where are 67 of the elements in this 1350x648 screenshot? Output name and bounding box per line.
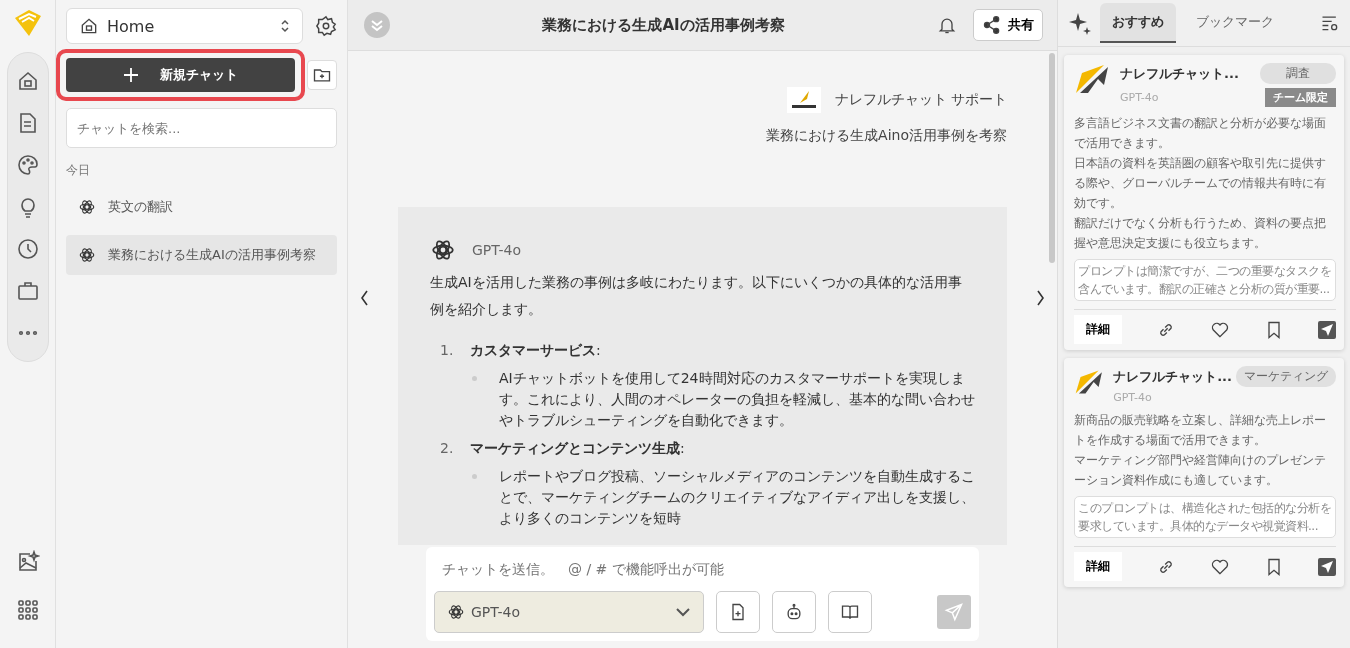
- new-folder-button[interactable]: [307, 60, 337, 90]
- sort-caret-icon: [280, 19, 290, 33]
- new-chat-button[interactable]: 新規チャット: [66, 58, 295, 92]
- ai-knot-icon: [78, 246, 96, 264]
- user-message: 業務における生成Aino活用事例を考察: [766, 127, 1007, 145]
- sender-name: ナレフルチャット サポート: [834, 91, 1007, 109]
- chat-item[interactable]: 英文の翻訳: [66, 187, 337, 227]
- send-icon[interactable]: [1318, 557, 1336, 576]
- send-icon: [944, 602, 964, 622]
- card-description: 多言語ビジネス文書の翻訳と分析が必要な場面で活用できます。: [1074, 115, 1327, 152]
- comment-bubble: このプロンプトは、構造化された包括的な分析を要求しています。具体的なデータや視覚資料...: [1074, 496, 1336, 538]
- bullet-text: レポートやブログ投稿、ソーシャルメディアのコンテンツを自動生成することで、マーケティングチームのクリエイティブなアイディア出しを支援し、より多くのコンテンツを短時: [499, 467, 975, 528]
- list-number: 2.: [440, 439, 455, 458]
- ai-knot-icon: [78, 198, 96, 216]
- model-name: GPT-4o: [1113, 391, 1152, 404]
- chevron-down-icon: [675, 607, 691, 617]
- chevron-right-icon[interactable]: [1037, 290, 1045, 306]
- logo-icon: [786, 87, 821, 113]
- panel-tab[interactable]: ブックマーク: [1184, 3, 1286, 43]
- section-label: 今日: [66, 162, 91, 179]
- attach-file-button[interactable]: [716, 591, 760, 633]
- model-name: GPT-4o: [472, 242, 522, 258]
- logo-icon: [12, 8, 43, 38]
- category-tag: マーケティング: [1236, 366, 1336, 387]
- ai-knot-icon: [430, 237, 456, 263]
- model-dropdown[interactable]: GPT-4o: [434, 591, 704, 633]
- chat-title: 英文の翻訳: [108, 198, 173, 216]
- palette-icon[interactable]: [15, 153, 40, 177]
- settings-icon[interactable]: [315, 15, 337, 37]
- chat-title: 業務における生成AIの活用事例考察: [108, 246, 316, 264]
- share-icon: [982, 15, 1002, 35]
- bullet-icon: [472, 376, 477, 381]
- send-icon[interactable]: [1318, 320, 1336, 339]
- model-name: GPT-4o: [1120, 91, 1159, 104]
- assistant-button[interactable]: [772, 591, 816, 633]
- share-button[interactable]: 共有: [973, 9, 1043, 41]
- details-button[interactable]: 詳細: [1074, 315, 1122, 344]
- bullet-text: AIチャットボットを使用して24時間対応のカスタマーサポートを実現します。これにより、人間のオペレーターの負担を軽減し、基本的な問い合わせやトラブルシューティングを自動化できます。: [499, 369, 975, 430]
- card-description: 新商品の販売戦略を立案し、詳細な売上レポートを作成する場面で活用できます。: [1074, 412, 1327, 449]
- list-number: 1.: [440, 341, 455, 360]
- comment-bubble: プロンプトは簡潔ですが、二つの重要なタスクを含んでいます。翻訳の正確さと分析の質が重要...: [1074, 259, 1336, 301]
- details-button[interactable]: 詳細: [1074, 552, 1122, 581]
- card-description: 日本語の資料を英語圏の顧客や取引先に提供する際や、グローバルチームでの情報共有時に有効です。: [1074, 155, 1327, 212]
- home-icon: [79, 16, 99, 36]
- bullet-icon: [472, 474, 477, 479]
- panel-tab[interactable]: おすすめ: [1100, 3, 1176, 43]
- list-heading: カスタマーサービス:: [470, 341, 601, 360]
- library-button[interactable]: [828, 591, 872, 633]
- card-title: ナレフルチャット...: [1113, 367, 1232, 386]
- ai-knot-icon: [447, 603, 465, 621]
- briefcase-icon[interactable]: [15, 279, 40, 303]
- plus-icon: [123, 68, 138, 82]
- list-heading: マーケティングとコンテンツ生成:: [470, 439, 685, 458]
- card-description: マーケティング部門や経営陣向けのプレゼンテーション資料作成にも適しています。: [1074, 452, 1327, 489]
- chat-item[interactable]: 業務における生成AIの活用事例考察: [66, 235, 337, 275]
- message-field[interactable]: チャットを送信。 @ / # で機能呼出が可能 GPT-4o: [426, 547, 979, 641]
- search-field[interactable]: チャットを検索...: [66, 108, 337, 148]
- apps-grid-icon[interactable]: [15, 598, 40, 622]
- team-badge: チーム限定: [1265, 88, 1336, 107]
- card-title: ナレフルチャット...: [1120, 64, 1239, 83]
- chevron-left-icon[interactable]: [360, 290, 368, 306]
- card-description: 翻訳だけでなく分析も行うため、資料の要点把握や意思決定支援にも役立ちます。: [1074, 215, 1327, 252]
- workspace-dropdown[interactable]: Home: [66, 8, 303, 44]
- reply-paragraph: 生成AIを活用した業務の事例は多岐にわたります。以下にいくつかの具体的な活用事例を紹介します。: [430, 273, 963, 319]
- category-tag: 調査: [1260, 63, 1336, 84]
- clock-icon[interactable]: [15, 237, 40, 261]
- chat-title: 業務における生成AIの活用事例考察: [541, 15, 786, 35]
